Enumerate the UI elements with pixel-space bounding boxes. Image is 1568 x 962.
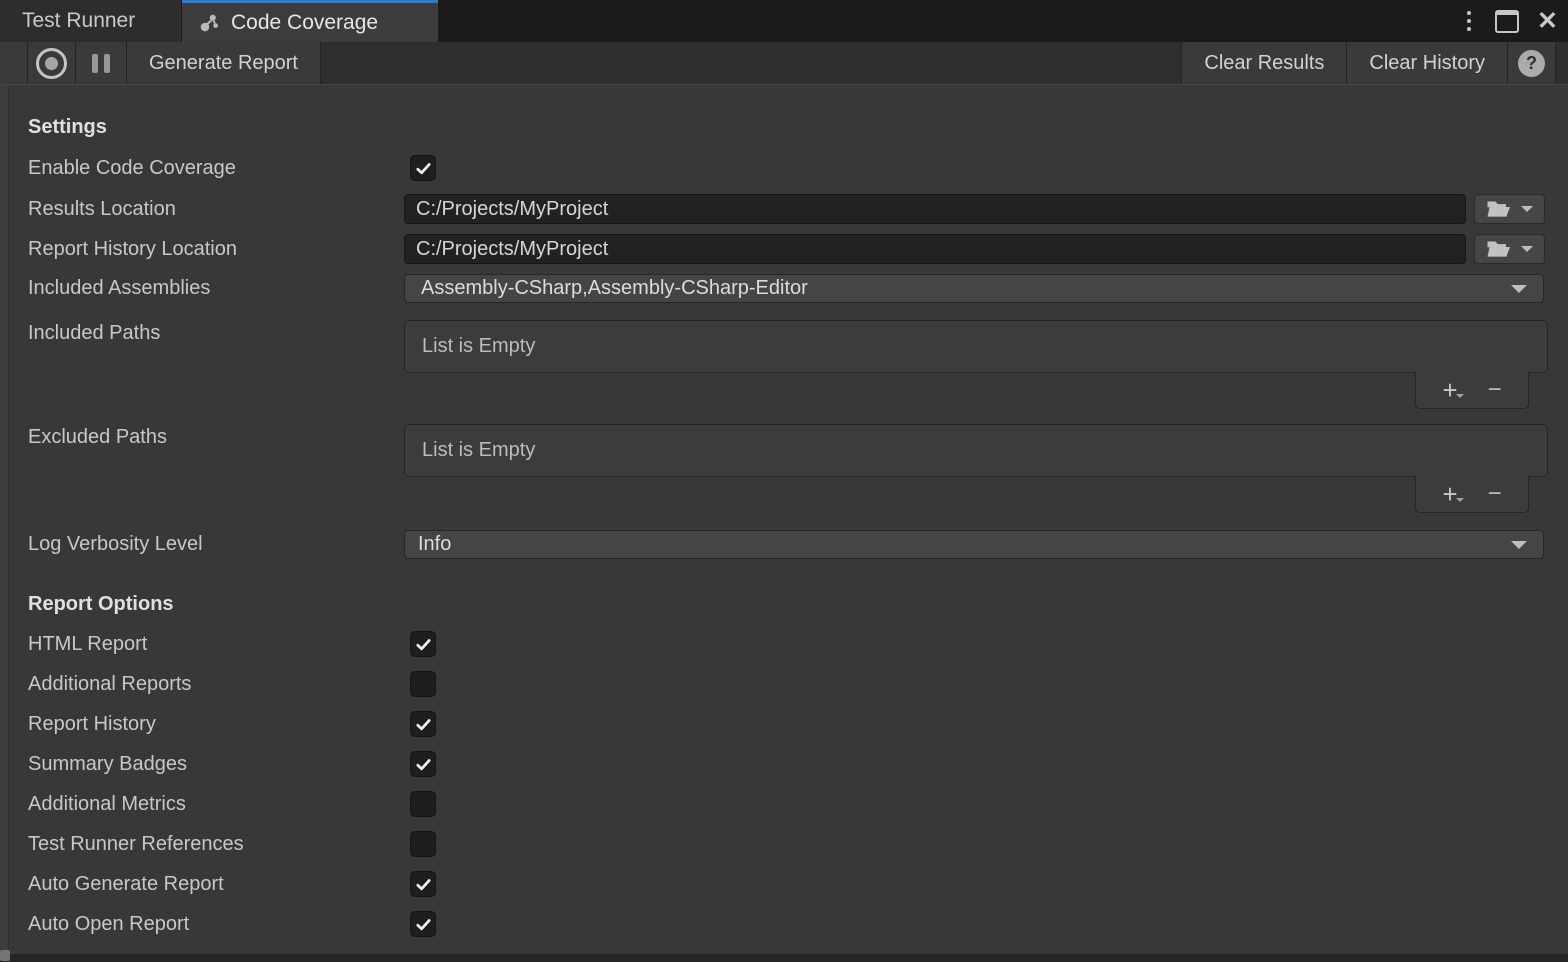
check-icon: [414, 915, 433, 934]
bottom-edge-strip: [0, 954, 1568, 962]
chevron-down-icon: [1511, 285, 1527, 293]
record-icon: [36, 48, 67, 79]
included-paths-list-footer: + −: [1415, 372, 1529, 409]
report-options-section-header: Report Options: [28, 591, 174, 617]
minus-icon: −: [1488, 481, 1502, 507]
list-empty-text: List is Empty: [422, 335, 535, 358]
included-assemblies-dropdown[interactable]: Assembly-CSharp,Assembly-CSharp-Editor: [404, 274, 1544, 303]
help-icon: ?: [1518, 50, 1545, 77]
results-location-field[interactable]: C:/Projects/MyProject: [404, 194, 1466, 224]
excluded-paths-remove-button[interactable]: −: [1488, 481, 1502, 507]
included-assemblies-label: Included Assemblies: [28, 274, 210, 303]
report-option-label: Additional Metrics: [28, 791, 186, 818]
code-coverage-window: Test Runner Code Coverage ✕: [0, 0, 1568, 962]
report-option-checkbox[interactable]: [410, 871, 436, 897]
log-verbosity-level-value: Info: [418, 533, 1511, 556]
plus-icon: +: [1442, 481, 1457, 507]
check-icon: [414, 635, 433, 654]
report-option-checkbox[interactable]: [410, 631, 436, 657]
list-empty-text: List is Empty: [422, 439, 535, 462]
excluded-paths-label: Excluded Paths: [28, 424, 167, 451]
included-assemblies-value: Assembly-CSharp,Assembly-CSharp-Editor: [421, 277, 1511, 300]
chevron-down-icon: [1521, 246, 1533, 252]
code-coverage-icon: [198, 11, 222, 35]
report-option-label: Test Runner References: [28, 831, 244, 858]
report-option-label: Additional Reports: [28, 671, 191, 698]
resize-grip[interactable]: [0, 950, 10, 961]
generate-report-button[interactable]: Generate Report: [127, 42, 321, 84]
excluded-paths-list: List is Empty: [404, 424, 1548, 477]
report-option-checkbox[interactable]: [410, 831, 436, 857]
clear-history-button[interactable]: Clear History: [1347, 42, 1508, 84]
check-icon: [414, 715, 433, 734]
report-option-checkbox[interactable]: [410, 671, 436, 697]
included-paths-label: Included Paths: [28, 320, 160, 347]
record-button[interactable]: [28, 42, 76, 84]
open-folder-icon: [1486, 199, 1512, 219]
report-option-label: Report History: [28, 711, 156, 738]
tab-code-coverage[interactable]: Code Coverage: [182, 0, 438, 42]
check-icon: [414, 159, 433, 178]
report-history-location-label: Report History Location: [28, 234, 237, 264]
help-button[interactable]: ?: [1508, 42, 1556, 84]
left-edge-strip: [0, 85, 9, 954]
report-history-location-field[interactable]: C:/Projects/MyProject: [404, 234, 1466, 264]
check-icon: [414, 755, 433, 774]
chevron-down-icon: [1456, 498, 1464, 502]
maximize-icon[interactable]: [1495, 10, 1519, 33]
included-paths-add-button[interactable]: +: [1442, 377, 1465, 403]
plus-icon: +: [1442, 377, 1457, 403]
toolbar: Generate Report Clear Results Clear Hist…: [0, 42, 1568, 85]
close-icon[interactable]: ✕: [1537, 9, 1558, 34]
clear-results-button[interactable]: Clear Results: [1181, 42, 1347, 84]
report-option-label: Auto Generate Report: [28, 871, 224, 898]
minus-icon: −: [1488, 377, 1502, 403]
window-controls: ✕: [1461, 0, 1558, 42]
tab-test-runner-label: Test Runner: [22, 9, 135, 33]
log-verbosity-level-dropdown[interactable]: Info: [404, 530, 1544, 559]
report-option-checkbox[interactable]: [410, 711, 436, 737]
enable-code-coverage-checkbox[interactable]: [410, 155, 436, 181]
pause-icon: [92, 54, 110, 73]
report-option-label: HTML Report: [28, 631, 147, 658]
report-option-checkbox[interactable]: [410, 791, 436, 817]
settings-section-header: Settings: [28, 114, 107, 140]
tab-bar: Test Runner Code Coverage ✕: [0, 0, 1568, 42]
report-option-checkbox[interactable]: [410, 911, 436, 937]
toolbar-left-group: Generate Report: [0, 42, 321, 84]
chevron-down-icon: [1456, 394, 1464, 398]
pause-button[interactable]: [76, 42, 127, 84]
enable-code-coverage-label: Enable Code Coverage: [28, 155, 236, 182]
kebab-menu-icon[interactable]: [1461, 7, 1477, 35]
included-paths-remove-button[interactable]: −: [1488, 377, 1502, 403]
results-location-label: Results Location: [28, 194, 176, 224]
chevron-down-icon: [1511, 541, 1527, 549]
tab-test-runner[interactable]: Test Runner: [0, 0, 181, 42]
check-icon: [414, 875, 433, 894]
toolbar-spacer: [0, 42, 28, 84]
tab-code-coverage-label: Code Coverage: [231, 11, 378, 35]
excluded-paths-add-button[interactable]: +: [1442, 481, 1465, 507]
results-location-browse-button[interactable]: [1474, 194, 1545, 224]
report-option-label: Summary Badges: [28, 751, 187, 778]
report-history-location-browse-button[interactable]: [1474, 234, 1545, 264]
chevron-down-icon: [1521, 206, 1533, 212]
open-folder-icon: [1486, 239, 1512, 259]
report-option-checkbox[interactable]: [410, 751, 436, 777]
report-option-label: Auto Open Report: [28, 911, 189, 938]
toolbar-right-group: Clear Results Clear History ?: [1181, 42, 1556, 84]
included-paths-list: List is Empty: [404, 320, 1548, 373]
log-verbosity-level-label: Log Verbosity Level: [28, 530, 203, 559]
excluded-paths-list-footer: + −: [1415, 476, 1529, 513]
